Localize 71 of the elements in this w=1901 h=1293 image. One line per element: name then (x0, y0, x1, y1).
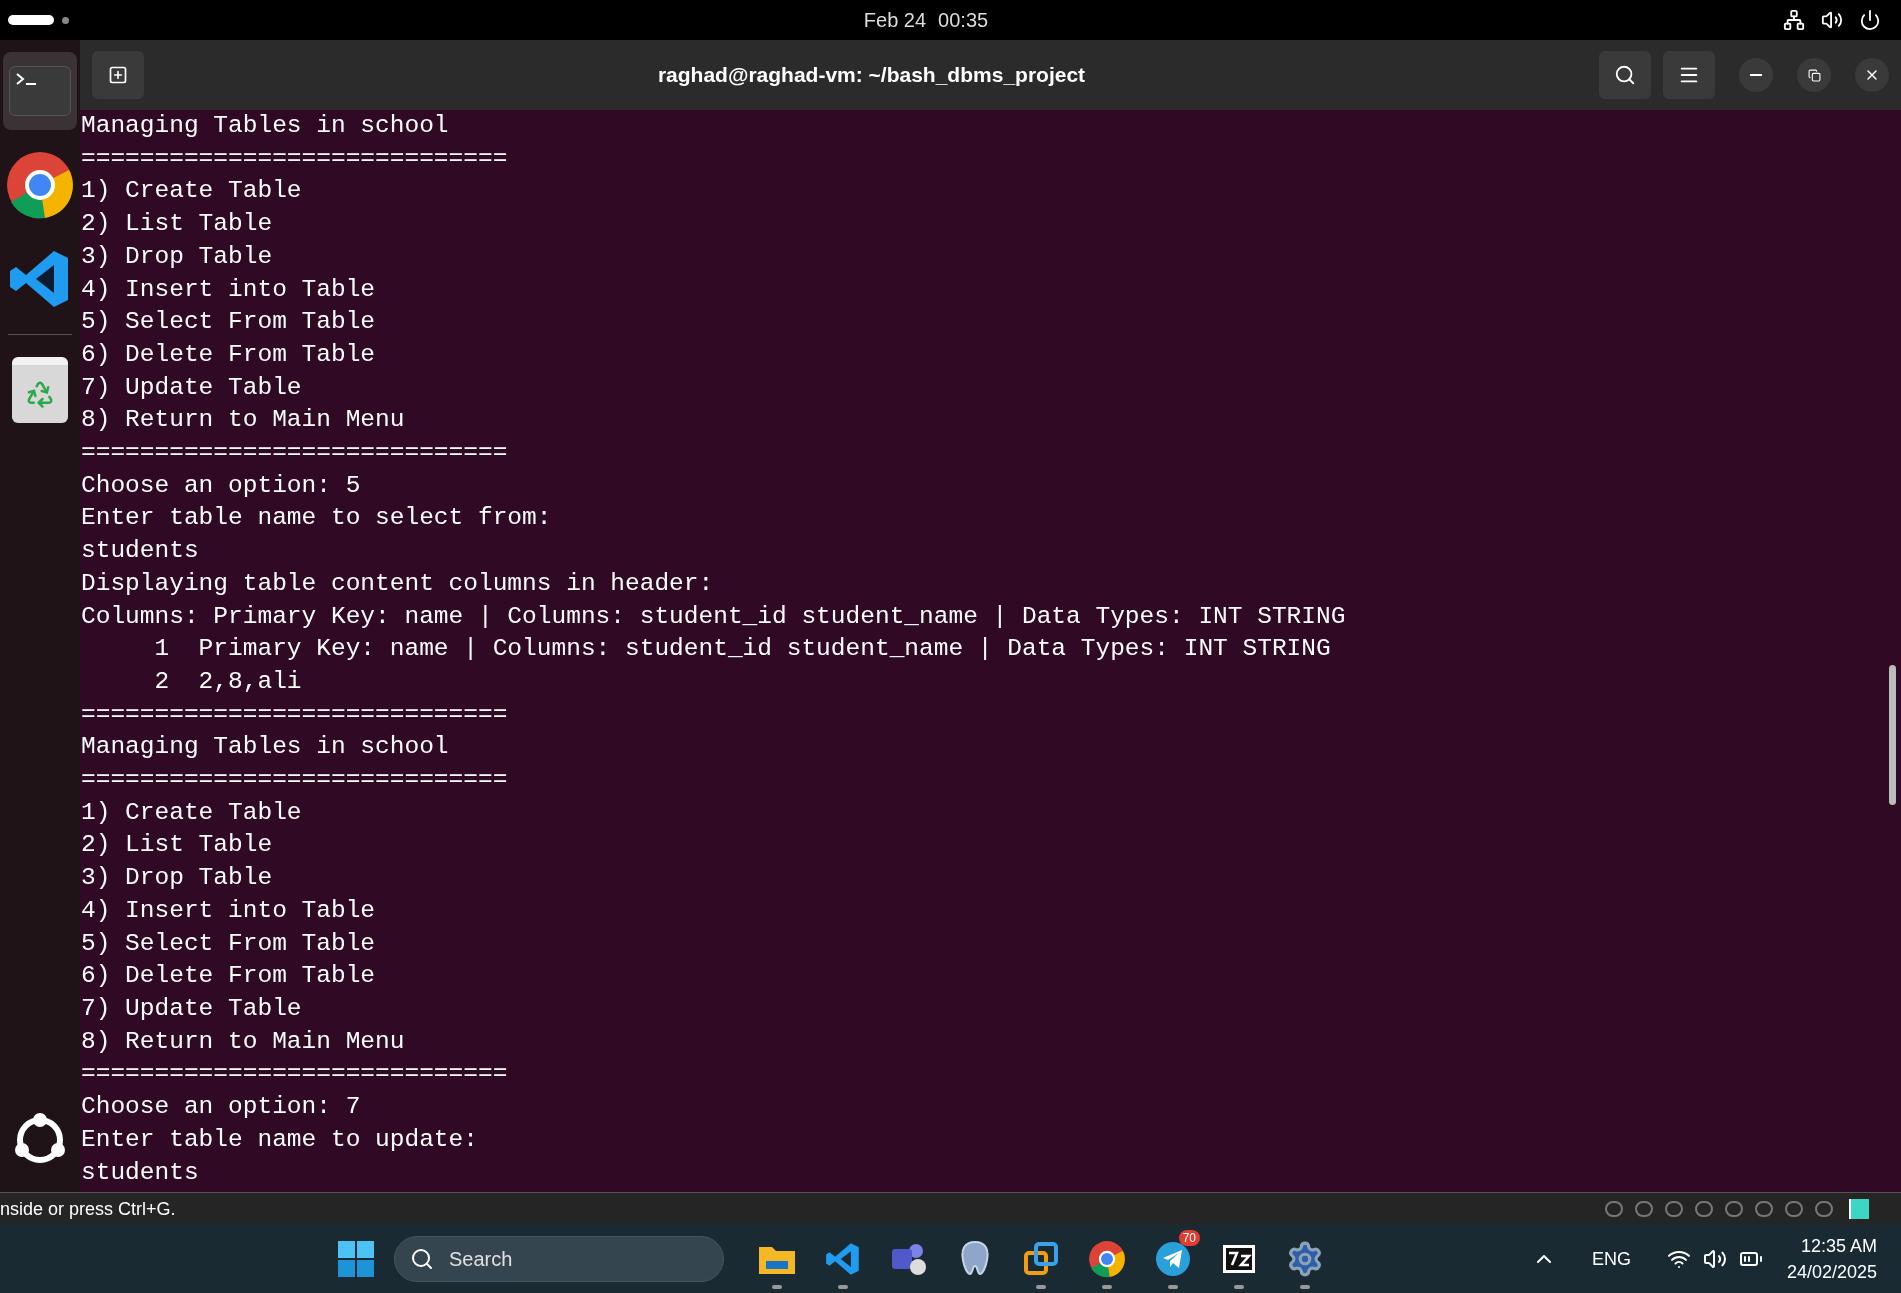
code-editor-icon (825, 1241, 861, 1277)
terminal-line: 8) Return to Main Menu (81, 1026, 405, 1057)
power-icon[interactable] (1859, 9, 1881, 31)
menu-button[interactable] (1663, 51, 1715, 99)
chrome-icon (5, 150, 75, 220)
terminal-line: 6) Delete From Table (81, 339, 376, 370)
windows-stack-icon (1023, 1241, 1059, 1277)
terminal-line: 2) List Table (81, 209, 273, 240)
terminal-line: 3) Drop Table (81, 241, 273, 272)
terminal-line: 1) Create Table (81, 176, 302, 207)
search-icon (410, 1247, 434, 1271)
terminal-line: 1 Primary Key: name | Columns: student_id student_name | Data Types: INT STRING (153, 634, 1331, 665)
window-title: raghad@raghad-vm: ~/bash_dbms_project (656, 62, 1087, 89)
terminal-line: Columns: Primary Key: name | Columns: student_id student_name | Data Types: INT STRING (81, 601, 1346, 632)
minimize-button[interactable] (1739, 58, 1773, 92)
terminal-icon (9, 66, 71, 116)
paper-plane-icon (1155, 1241, 1191, 1277)
terminal-line: Choose an option: 7 (81, 1092, 361, 1123)
chrome-icon (1088, 1240, 1126, 1278)
terminal-line: 5) Select From Table (81, 307, 376, 338)
terminal-line: 5) Select From Table (81, 928, 376, 959)
terminal-line: 3) Drop Table (81, 863, 273, 894)
terminal-line: 4) Insert into Table (81, 274, 376, 305)
terminal-line: Enter table name to select from: (81, 503, 552, 534)
terminal-line: ============================= (81, 765, 508, 796)
terminal-line: ============================= (81, 143, 508, 174)
terminal-line: 4) Insert into Table (81, 895, 376, 926)
notification-badge: 70 (1178, 1230, 1200, 1246)
volume-icon[interactable] (1702, 1247, 1727, 1271)
restore-button[interactable] (1797, 58, 1831, 92)
terminal-line: ============================= (81, 1059, 508, 1090)
terminal-line: students (81, 1157, 199, 1188)
trash-icon (12, 357, 68, 423)
new-tab-icon (108, 65, 128, 85)
terminal-line: 2) List Table (81, 830, 273, 861)
terminal-line: 7) Update Table (81, 994, 302, 1024)
terminal-line: Managing Tables in school (81, 732, 449, 763)
workspace-indicator (8, 15, 54, 25)
terminal-line: ============================= (81, 438, 508, 469)
clock-time[interactable]: 12:35 AM (1800, 1233, 1877, 1259)
settings-icon (1286, 1240, 1324, 1278)
search-field[interactable]: Search (394, 1236, 724, 1282)
search-icon (1614, 64, 1636, 86)
windows-start-icon[interactable] (338, 1241, 374, 1277)
language-indicator[interactable]: ENG (1591, 1245, 1631, 1273)
network-icon[interactable] (1783, 9, 1805, 31)
terminal-line: Displaying table content columns in header: (81, 568, 714, 599)
terminal-line: 2 2,8,ali (153, 666, 302, 697)
taskbar-app[interactable]: 70 (1140, 1227, 1206, 1291)
terminal-line: 1) Create Table (81, 797, 302, 828)
restore-icon (1807, 68, 1821, 82)
chat-app-icon (890, 1241, 928, 1277)
search-button[interactable] (1599, 51, 1651, 99)
close-button[interactable] (1855, 58, 1889, 92)
terminal-line: students (81, 536, 199, 567)
new-tab-button[interactable] (92, 51, 144, 99)
terminal-line: Enter table name to update: (81, 1124, 478, 1155)
date-text[interactable]: Feb 24 (863, 5, 927, 35)
scrollbar-thumb[interactable] (1889, 665, 1896, 805)
terminal-line: Managing Tables in school (81, 111, 449, 141)
clock-date[interactable]: 24/02/2025 (1786, 1259, 1877, 1285)
status-hint: nside or press Ctrl+G. (0, 1197, 176, 1221)
terminal-line: ============================= (81, 699, 508, 730)
archive-icon (1222, 1244, 1256, 1274)
minimize-icon (1750, 74, 1762, 76)
terminal-line: Choose an option: 5 (81, 470, 361, 501)
volume-icon[interactable] (1821, 9, 1843, 31)
terminal-line: 6) Delete From Table (81, 961, 376, 992)
terminal-line: 7) Update Table (81, 372, 302, 403)
terminal-line: 8) Return to Main Menu (81, 405, 405, 436)
time-text[interactable]: 00:35 (938, 5, 989, 35)
